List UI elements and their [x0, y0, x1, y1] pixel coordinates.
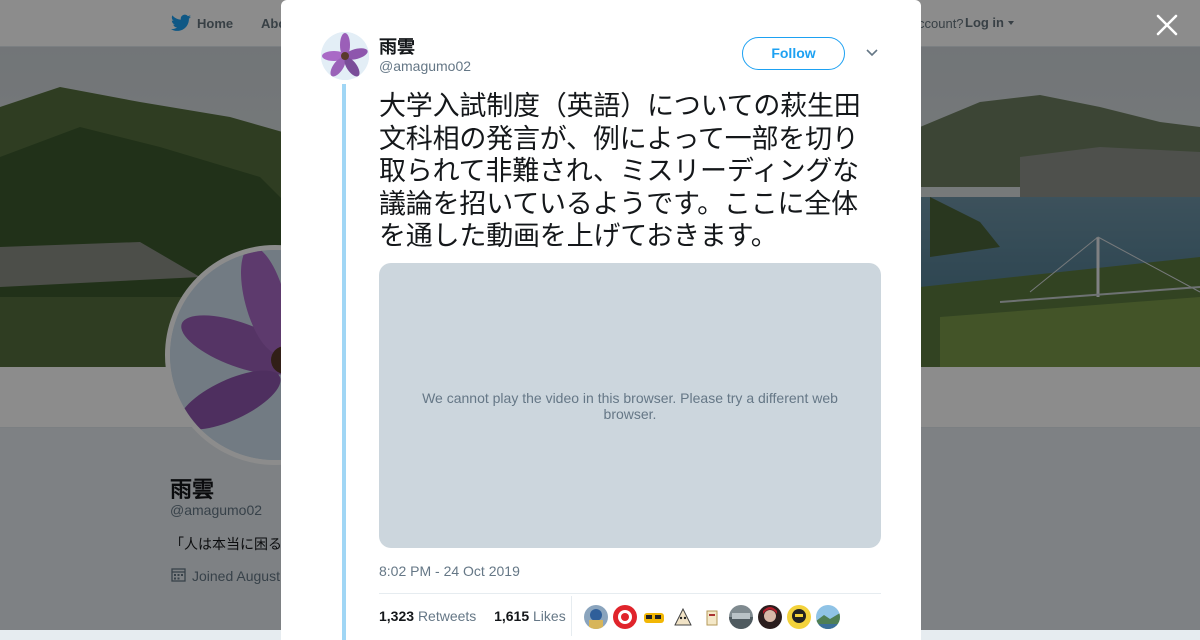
likes-label[interactable]: Likes	[533, 608, 566, 624]
author-avatar[interactable]	[321, 32, 369, 80]
tweet-stats: 1,323 Retweets 1,615 Likes	[379, 608, 566, 624]
liker-avatar[interactable]	[787, 605, 811, 629]
liker-avatar[interactable]	[729, 605, 753, 629]
retweets-label[interactable]: Retweets	[418, 608, 476, 624]
thread-line	[342, 84, 346, 640]
video-player[interactable]: We cannot play the video in this browser…	[379, 263, 881, 548]
video-error-message: We cannot play the video in this browser…	[422, 390, 838, 422]
liker-avatar[interactable]	[584, 605, 608, 629]
stats-separator	[571, 596, 572, 636]
author-handle[interactable]: @amagumo02	[379, 58, 471, 74]
chevron-down-icon[interactable]	[866, 49, 878, 57]
liker-avatar[interactable]	[671, 605, 695, 629]
retweets-count[interactable]: 1,323	[379, 608, 414, 624]
tweet-timestamp[interactable]: 8:02 PM - 24 Oct 2019	[379, 563, 520, 579]
close-icon[interactable]	[1154, 12, 1180, 38]
likes-count[interactable]: 1,615	[494, 608, 529, 624]
divider	[379, 593, 881, 594]
follow-button[interactable]: Follow	[742, 37, 845, 70]
author-name[interactable]: 雨雲	[379, 33, 415, 59]
tweet-modal: 雨雲 @amagumo02 Follow 大学入試制度（英語）についての萩生田文…	[281, 0, 921, 640]
liker-avatar[interactable]	[642, 605, 666, 629]
cosmos-flower-image	[321, 32, 369, 80]
liker-avatar[interactable]	[758, 605, 782, 629]
liker-avatar[interactable]	[613, 605, 637, 629]
liker-avatar[interactable]	[816, 605, 840, 629]
tweet-text: 大学入試制度（英語）についての萩生田文科相の発言が、例によって一部を切り取られて…	[379, 91, 861, 252]
liker-avatar[interactable]	[700, 605, 724, 629]
